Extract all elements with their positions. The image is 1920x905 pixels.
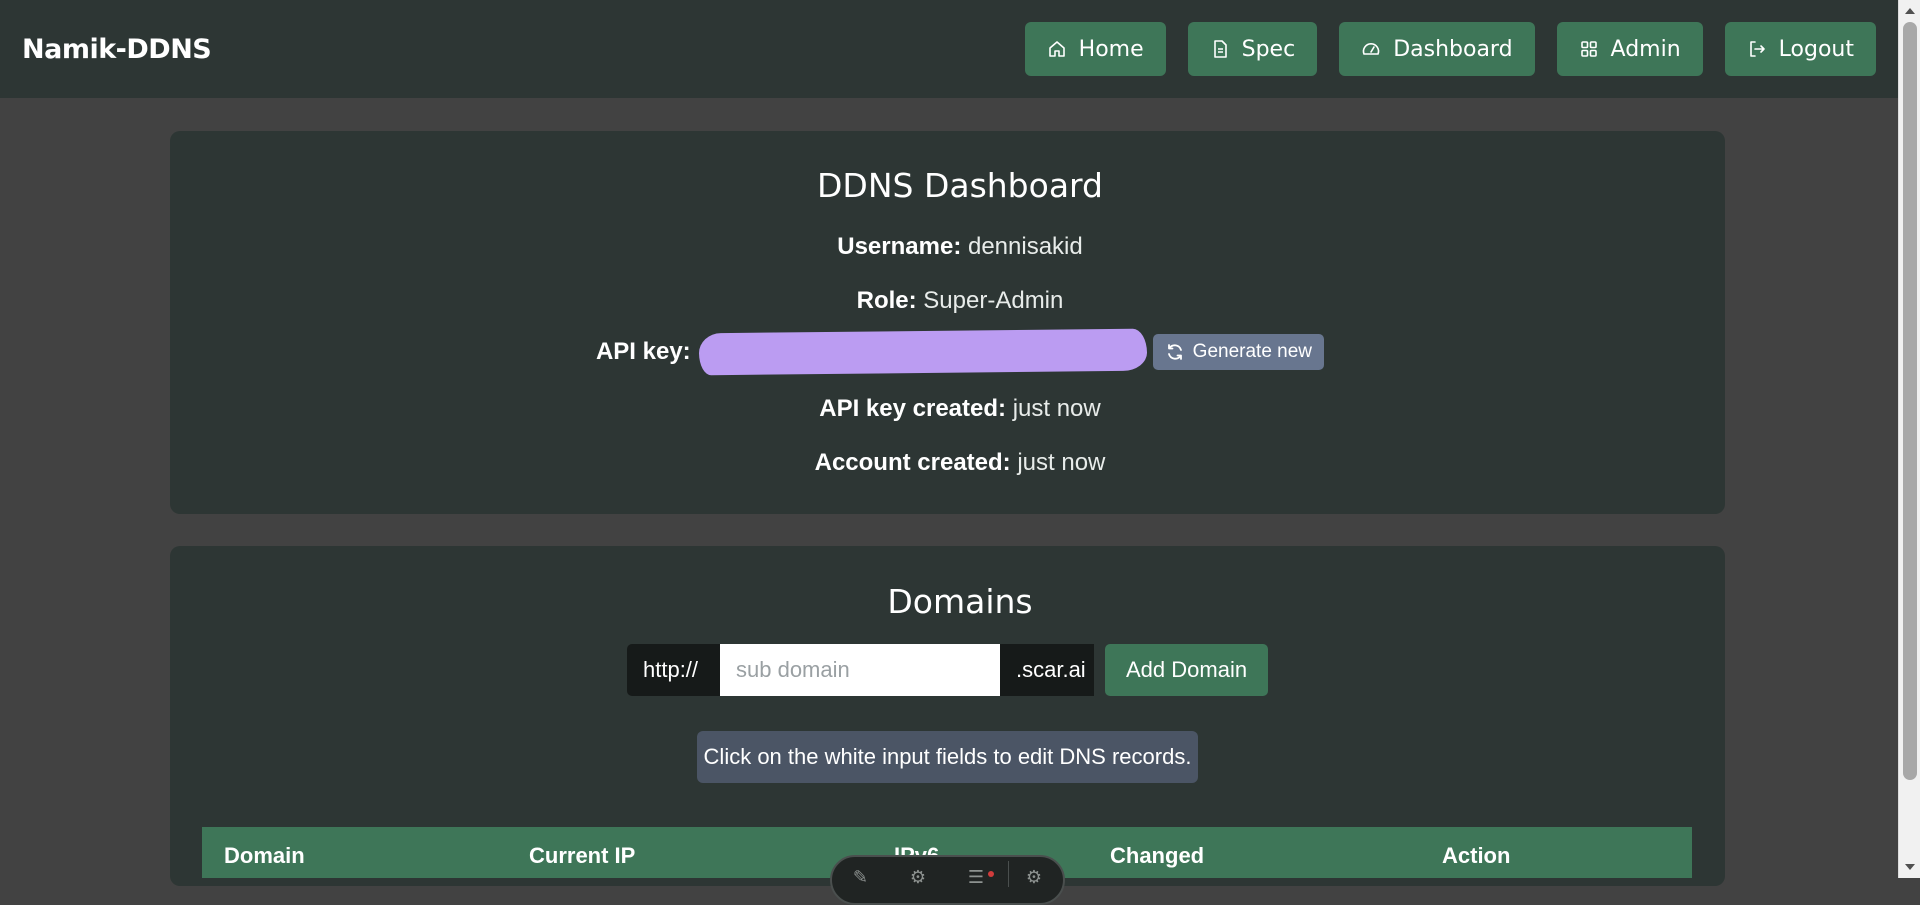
username-value: dennisakid bbox=[967, 233, 1083, 260]
domains-title: Domains bbox=[887, 582, 1033, 621]
api-created-line: API key created: just now bbox=[0, 395, 1920, 423]
nav-home-button[interactable]: Home bbox=[1024, 22, 1166, 76]
generate-new-button[interactable]: Generate new bbox=[1152, 334, 1325, 370]
generate-new-label: Generate new bbox=[1192, 341, 1313, 362]
home-icon bbox=[1048, 41, 1065, 57]
add-domain-form: http:// .scar.ai Add Domain bbox=[627, 644, 1269, 696]
brand-logo[interactable]: Namik-DDNS bbox=[22, 34, 212, 65]
role-line: Role: Super-Admin bbox=[0, 287, 1920, 315]
scroll-down-arrow-icon[interactable] bbox=[1905, 864, 1915, 870]
account-created-value: just now bbox=[1017, 449, 1106, 476]
navbar: Namik-DDNS Home Spec Dashboard Admin Log… bbox=[0, 0, 1898, 98]
refresh-icon bbox=[1167, 344, 1182, 360]
api-key-row: API key: Generate new bbox=[0, 328, 1920, 376]
nav-logout-label: Logout bbox=[1778, 36, 1854, 62]
username-label: Username: bbox=[837, 233, 962, 260]
domain-suffix: .scar.ai bbox=[1000, 644, 1094, 696]
column-header-domain[interactable]: Domain bbox=[224, 843, 305, 869]
edit-hint-alert: Click on the white input fields to edit … bbox=[697, 731, 1198, 783]
scroll-up-arrow-icon[interactable] bbox=[1905, 8, 1915, 14]
protocol-prefix: http:// bbox=[627, 644, 720, 696]
nav-logout-button[interactable]: Logout bbox=[1724, 22, 1876, 76]
username-line: Username: dennisakid bbox=[0, 233, 1920, 261]
add-domain-button[interactable]: Add Domain bbox=[1105, 644, 1269, 696]
document-icon bbox=[1213, 40, 1227, 58]
api-created-value: just now bbox=[1012, 395, 1101, 422]
column-header-changed[interactable]: Changed bbox=[1110, 843, 1204, 869]
column-header-current-ip[interactable]: Current IP bbox=[529, 843, 635, 869]
nav-admin-button[interactable]: Admin bbox=[1556, 22, 1703, 76]
toolbar-divider bbox=[1008, 861, 1009, 887]
nav-home-label: Home bbox=[1078, 36, 1144, 62]
role-value: Super-Admin bbox=[923, 287, 1064, 314]
speedometer-icon bbox=[1362, 43, 1380, 55]
subdomain-input[interactable] bbox=[720, 644, 1000, 696]
nav-buttons: Home Spec Dashboard Admin Logout bbox=[1024, 22, 1876, 76]
account-created-label: Account created: bbox=[814, 449, 1011, 476]
floating-toolbar[interactable]: ✎ ⚙ ☰ ⚙ bbox=[830, 855, 1065, 905]
nav-dashboard-button[interactable]: Dashboard bbox=[1339, 22, 1535, 76]
api-created-label: API key created: bbox=[819, 395, 1007, 422]
api-key-label: API key: bbox=[595, 338, 691, 365]
nav-spec-button[interactable]: Spec bbox=[1187, 22, 1318, 76]
nav-dashboard-label: Dashboard bbox=[1393, 36, 1513, 62]
column-header-action[interactable]: Action bbox=[1442, 843, 1510, 869]
nav-admin-label: Admin bbox=[1610, 36, 1681, 62]
logout-icon bbox=[1749, 41, 1765, 57]
notification-dot bbox=[988, 871, 994, 877]
nav-spec-label: Spec bbox=[1241, 36, 1296, 62]
api-key-redaction bbox=[698, 328, 1147, 376]
role-label: Role: bbox=[856, 287, 917, 314]
dashboard-title: DDNS Dashboard bbox=[817, 166, 1103, 205]
page-scrollbar[interactable] bbox=[1898, 0, 1920, 878]
scrollbar-thumb[interactable] bbox=[1903, 22, 1917, 780]
account-created-line: Account created: just now bbox=[0, 449, 1920, 477]
grid-icon bbox=[1580, 41, 1597, 57]
